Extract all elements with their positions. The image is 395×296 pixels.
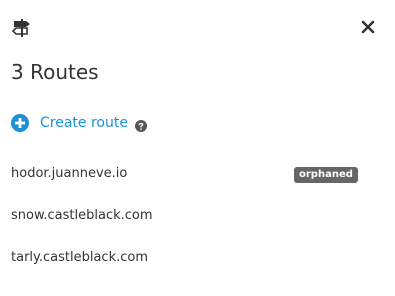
signpost-icon [11,18,33,38]
route-list: hodor.juanneve.io orphaned snow.castlebl… [11,160,361,286]
create-route-button[interactable]: Create route [40,115,128,131]
page-title: 3 Routes [11,60,99,84]
plus-circle-icon[interactable] [11,114,29,132]
routes-panel: 3 Routes Create route hodor.juanneve.io … [0,0,395,296]
question-circle-icon[interactable] [134,117,147,132]
route-hostname[interactable]: hodor.juanneve.io [11,166,127,181]
route-hostname[interactable]: tarly.castleblack.com [11,250,148,265]
route-hostname[interactable]: snow.castleblack.com [11,208,153,223]
route-item: snow.castleblack.com [11,202,361,244]
close-icon[interactable] [359,18,377,36]
create-route-row: Create route [11,112,147,134]
orphaned-badge: orphaned [294,167,358,183]
route-item: tarly.castleblack.com [11,244,361,286]
route-item: hodor.juanneve.io orphaned [11,160,361,202]
